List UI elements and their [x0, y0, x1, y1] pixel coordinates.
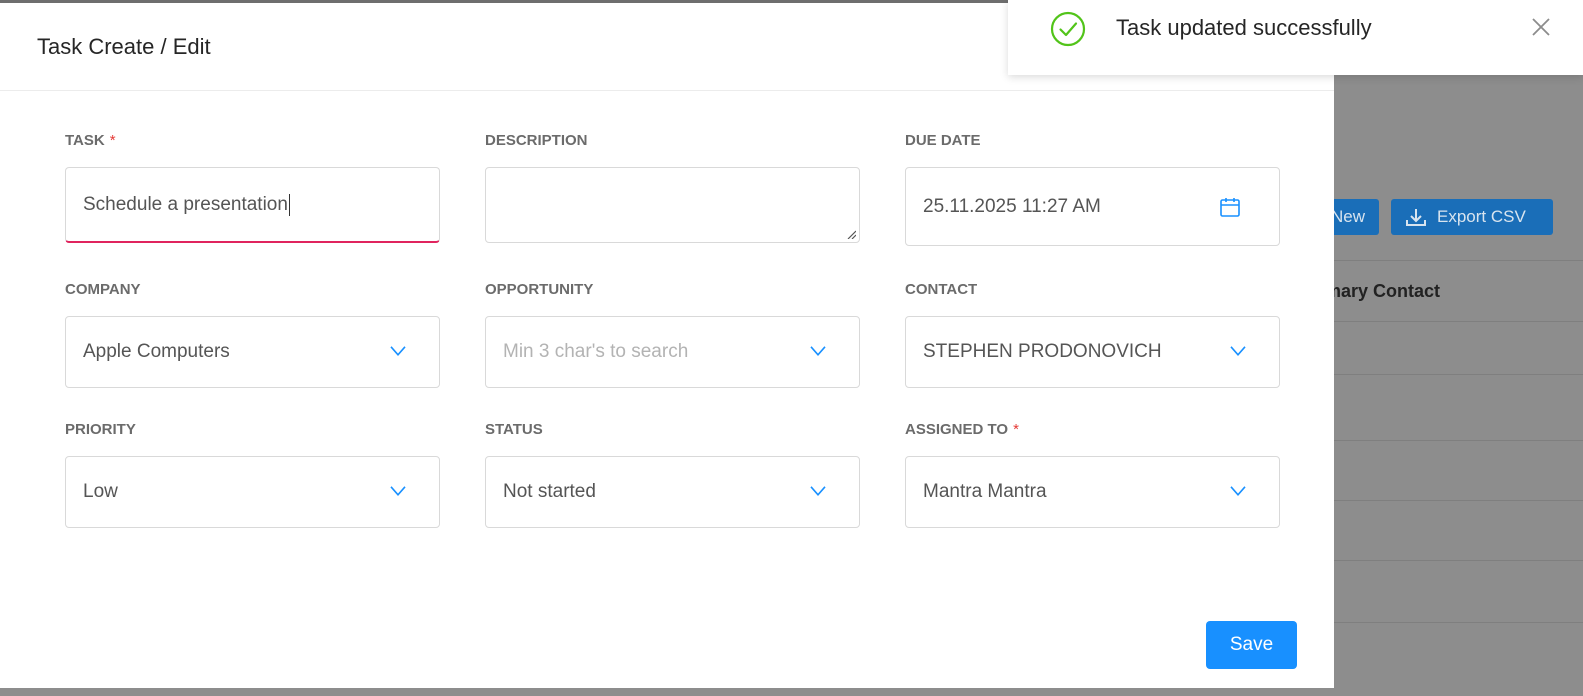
table-row	[1320, 441, 1583, 501]
chevron-down-icon	[810, 346, 826, 357]
due-date-picker[interactable]: 25.11.2025 11:27 AM	[905, 167, 1280, 246]
description-label: DESCRIPTION	[485, 132, 588, 149]
contact-select[interactable]: STEPHEN PRODONOVICH	[905, 316, 1280, 388]
check-circle-icon	[1050, 11, 1086, 47]
table-row	[1320, 561, 1583, 623]
priority-label: PRIORITY	[65, 421, 136, 438]
description-textarea[interactable]	[485, 167, 860, 243]
table-row	[1320, 375, 1583, 441]
status-label: STATUS	[485, 421, 543, 438]
company-field: COMPANY Apple Computers	[65, 280, 440, 388]
resize-handle-icon[interactable]	[846, 229, 856, 239]
priority-select[interactable]: Low	[65, 456, 440, 528]
opportunity-placeholder: Min 3 char's to search	[503, 341, 689, 362]
task-field: TASK * Schedule a presentation	[65, 131, 440, 246]
assigned-to-field: ASSIGNED TO * Mantra Mantra	[905, 420, 1280, 528]
new-button-label: New	[1330, 207, 1365, 226]
chevron-down-icon	[810, 486, 826, 497]
chevron-down-icon	[1230, 486, 1246, 497]
chevron-down-icon	[390, 346, 406, 357]
opportunity-field: OPPORTUNITY Min 3 char's to search	[485, 280, 860, 388]
company-select[interactable]: Apple Computers	[65, 316, 440, 388]
due-date-label: DUE DATE	[905, 132, 981, 149]
priority-value: Low	[83, 481, 118, 502]
table-row	[1320, 501, 1583, 561]
chevron-down-icon	[390, 486, 406, 497]
task-edit-modal: Task Create / Edit TASK * Schedule a pres…	[0, 0, 1334, 688]
download-icon	[1406, 209, 1426, 226]
task-label: TASK *	[65, 132, 116, 149]
priority-field: PRIORITY Low	[65, 420, 440, 528]
export-csv-label: Export CSV	[1437, 207, 1526, 226]
required-mark: *	[109, 132, 116, 149]
task-input-value: Schedule a presentation	[83, 193, 288, 215]
task-input[interactable]: Schedule a presentation	[65, 167, 440, 243]
modal-title: Task Create / Edit	[37, 33, 211, 59]
contact-field: CONTACT STEPHEN PRODONOVICH	[905, 280, 1280, 388]
success-toast: Task updated successfully	[1008, 0, 1583, 75]
export-csv-button[interactable]: Export CSV	[1391, 199, 1553, 235]
text-caret	[288, 193, 290, 216]
save-button[interactable]: Save	[1206, 621, 1297, 669]
opportunity-label: OPPORTUNITY	[485, 281, 594, 298]
assigned-to-value: Mantra Mantra	[923, 481, 1047, 502]
opportunity-select[interactable]: Min 3 char's to search	[485, 316, 860, 388]
calendar-icon[interactable]	[1219, 196, 1241, 218]
assigned-to-select[interactable]: Mantra Mantra	[905, 456, 1280, 528]
contact-value: STEPHEN PRODONOVICH	[923, 341, 1162, 362]
table-header-primary-contact: imary Contact	[1320, 260, 1583, 322]
toast-message: Task updated successfully	[1116, 15, 1372, 40]
status-select[interactable]: Not started	[485, 456, 860, 528]
due-date-value: 25.11.2025 11:27 AM	[923, 195, 1101, 217]
close-icon[interactable]	[1530, 16, 1552, 38]
status-field: STATUS Not started	[485, 420, 860, 528]
company-value: Apple Computers	[83, 341, 230, 362]
company-label: COMPANY	[65, 281, 141, 298]
assigned-to-label: ASSIGNED TO *	[905, 421, 1019, 438]
table-row	[1320, 329, 1583, 375]
description-field: DESCRIPTION	[485, 131, 860, 246]
background-toolbar: New Export CSV	[1296, 199, 1553, 235]
required-mark: *	[1013, 421, 1019, 438]
contact-label: CONTACT	[905, 281, 978, 298]
due-date-field: DUE DATE 25.11.2025 11:27 AM	[905, 131, 1280, 246]
status-value: Not started	[503, 481, 596, 502]
chevron-down-icon	[1230, 346, 1246, 357]
task-form: TASK * Schedule a presentation DESCRIPTIO…	[65, 131, 1280, 528]
